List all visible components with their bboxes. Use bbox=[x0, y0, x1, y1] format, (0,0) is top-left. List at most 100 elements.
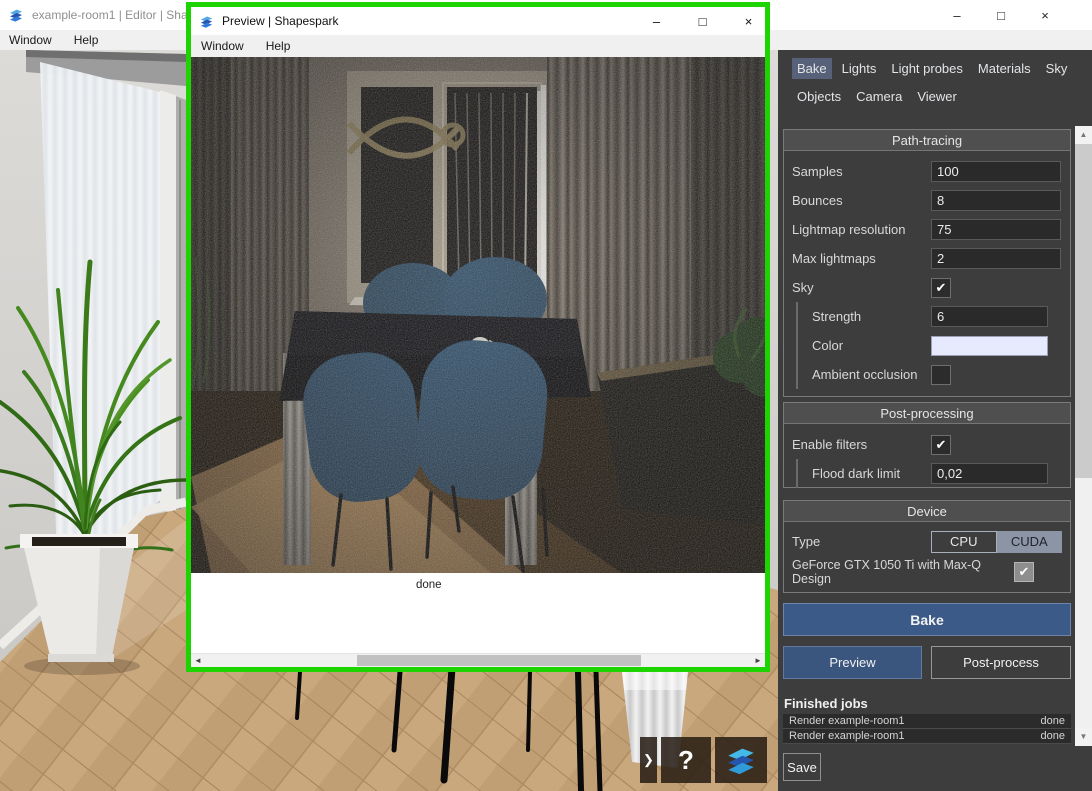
device-header: Device bbox=[784, 501, 1070, 522]
preview-window-title: Preview | Shapespark bbox=[222, 14, 339, 28]
cuda-button[interactable]: CUDA bbox=[997, 531, 1063, 553]
max-lightmaps-label: Max lightmaps bbox=[792, 251, 931, 266]
job-row[interactable]: Render example-room1 done bbox=[783, 729, 1071, 744]
path-tracing-group: Path-tracing Samples Bounces Lightmap re… bbox=[783, 129, 1071, 397]
check-icon: ✔ bbox=[1019, 564, 1030, 580]
job-name: Render example-room1 bbox=[789, 715, 905, 727]
preview-hscrollbar[interactable]: ◄ ► bbox=[191, 653, 765, 667]
finished-jobs-list: Render example-room1 done Render example… bbox=[783, 714, 1071, 745]
ambient-occlusion-label: Ambient occlusion bbox=[812, 367, 931, 382]
flood-dark-limit-label: Flood dark limit bbox=[812, 466, 931, 481]
enable-filters-label: Enable filters bbox=[792, 437, 931, 452]
job-status: done bbox=[1041, 715, 1065, 727]
post-processing-group: Post-processing Enable filters ✔ Flood d… bbox=[783, 402, 1071, 488]
shapespark-logo-icon bbox=[8, 7, 24, 23]
device-type-label: Type bbox=[792, 534, 931, 549]
scroll-left-icon[interactable]: ◄ bbox=[191, 654, 205, 667]
bounces-input[interactable] bbox=[931, 190, 1061, 211]
render-status-text: done bbox=[416, 579, 442, 591]
tab-bake[interactable]: Bake bbox=[792, 58, 832, 79]
preview-titlebar: Preview | Shapespark – □ × bbox=[191, 7, 765, 35]
menu-help[interactable]: Help bbox=[74, 33, 99, 47]
cpu-button[interactable]: CPU bbox=[931, 531, 997, 553]
preview-menubar: Window Help bbox=[191, 35, 765, 57]
enable-filters-row: Enable filters ✔ bbox=[784, 430, 1070, 459]
shapespark-logo-icon bbox=[199, 14, 214, 29]
device-group: Device Type CPU CUDA GeForce GTX 1050 Ti… bbox=[783, 500, 1071, 593]
bake-panel: Bake Lights Light probes Materials Sky O… bbox=[778, 50, 1092, 791]
ambient-occlusion-checkbox[interactable] bbox=[931, 365, 951, 385]
gpu-row: GeForce GTX 1050 Ti with Max-Q Design ✔ bbox=[784, 556, 1070, 587]
device-type-row: Type CPU CUDA bbox=[784, 527, 1070, 556]
check-icon: ✔ bbox=[936, 280, 947, 296]
bake-button[interactable]: Bake bbox=[783, 603, 1071, 636]
sky-subgroup: Strength Color Ambient occlusion bbox=[796, 302, 1070, 389]
job-name: Render example-room1 bbox=[789, 730, 905, 742]
strength-row: Strength bbox=[798, 302, 1070, 331]
lightmap-resolution-label: Lightmap resolution bbox=[792, 222, 931, 237]
minimize-icon[interactable]: – bbox=[950, 8, 964, 23]
samples-input[interactable] bbox=[931, 161, 1061, 182]
panel-tabs-row2: Objects Camera Viewer bbox=[792, 86, 962, 107]
tab-viewer[interactable]: Viewer bbox=[912, 86, 962, 107]
close-icon[interactable]: × bbox=[742, 14, 755, 29]
save-button[interactable]: Save bbox=[783, 753, 821, 781]
shapespark-logo-icon bbox=[724, 743, 758, 777]
filters-subgroup: Flood dark limit bbox=[796, 459, 1070, 488]
strength-label: Strength bbox=[812, 309, 931, 324]
job-row[interactable]: Render example-room1 done bbox=[783, 714, 1071, 729]
editor-window-title: example-room1 | Editor | Shap bbox=[32, 8, 194, 22]
lightmap-resolution-input[interactable] bbox=[931, 219, 1061, 240]
menu-help[interactable]: Help bbox=[266, 39, 291, 53]
shapespark-logo-button[interactable] bbox=[715, 737, 767, 783]
preview-window-controls: – □ × bbox=[650, 7, 755, 35]
tab-materials[interactable]: Materials bbox=[973, 58, 1036, 79]
preview-button[interactable]: Preview bbox=[783, 646, 922, 679]
path-tracing-header: Path-tracing bbox=[784, 130, 1070, 151]
sky-checkbox[interactable]: ✔ bbox=[931, 278, 951, 298]
scroll-right-icon[interactable]: ► bbox=[751, 654, 765, 667]
render-status-area: done bbox=[191, 573, 765, 653]
check-icon: ✔ bbox=[936, 437, 947, 453]
max-lightmaps-input[interactable] bbox=[931, 248, 1061, 269]
lightmap-resolution-row: Lightmap resolution bbox=[784, 215, 1070, 244]
preview-window: Preview | Shapespark – □ × Window Help bbox=[186, 2, 770, 672]
minimize-icon[interactable]: – bbox=[650, 14, 663, 29]
tab-objects[interactable]: Objects bbox=[792, 86, 846, 107]
scroll-down-icon[interactable]: ▼ bbox=[1075, 728, 1092, 746]
finished-jobs-title: Finished jobs bbox=[784, 696, 868, 711]
close-icon[interactable]: × bbox=[1038, 8, 1052, 23]
device-type-toggle: CPU CUDA bbox=[931, 531, 1062, 553]
flood-dark-limit-input[interactable] bbox=[931, 463, 1048, 484]
job-status: done bbox=[1041, 730, 1065, 742]
maximize-icon[interactable]: □ bbox=[696, 14, 709, 29]
tab-lights[interactable]: Lights bbox=[837, 58, 882, 79]
collapse-panel-button[interactable]: ❯ bbox=[640, 737, 657, 783]
hscrollbar-thumb[interactable] bbox=[357, 655, 641, 666]
color-row: Color bbox=[798, 331, 1070, 360]
menu-window[interactable]: Window bbox=[201, 39, 244, 53]
menu-window[interactable]: Window bbox=[9, 33, 52, 47]
flood-dark-limit-row: Flood dark limit bbox=[798, 459, 1070, 488]
tab-sky[interactable]: Sky bbox=[1041, 58, 1073, 79]
scroll-up-icon[interactable]: ▲ bbox=[1075, 126, 1092, 144]
sky-row: Sky ✔ bbox=[784, 273, 1070, 302]
tab-light-probes[interactable]: Light probes bbox=[886, 58, 968, 79]
color-label: Color bbox=[812, 338, 931, 353]
gpu-name-label: GeForce GTX 1050 Ti with Max-Q Design bbox=[792, 558, 1014, 587]
bounces-row: Bounces bbox=[784, 186, 1070, 215]
panel-scrollbar[interactable]: ▲ ▼ bbox=[1075, 126, 1092, 746]
help-button[interactable]: ? bbox=[661, 737, 711, 783]
editor-window-controls: – □ × bbox=[950, 0, 1052, 30]
scrollbar-thumb[interactable] bbox=[1075, 478, 1092, 728]
sky-color-swatch[interactable] bbox=[931, 336, 1048, 356]
post-process-button[interactable]: Post-process bbox=[931, 646, 1071, 679]
viewport-toolbar: ❯ ? bbox=[640, 737, 767, 783]
max-lightmaps-row: Max lightmaps bbox=[784, 244, 1070, 273]
gpu-checkbox[interactable]: ✔ bbox=[1014, 562, 1034, 582]
maximize-icon[interactable]: □ bbox=[994, 8, 1008, 23]
enable-filters-checkbox[interactable]: ✔ bbox=[931, 435, 951, 455]
screen: example-room1 | Editor | Shap – □ × Wind… bbox=[0, 0, 1092, 791]
tab-camera[interactable]: Camera bbox=[851, 86, 907, 107]
strength-input[interactable] bbox=[931, 306, 1048, 327]
